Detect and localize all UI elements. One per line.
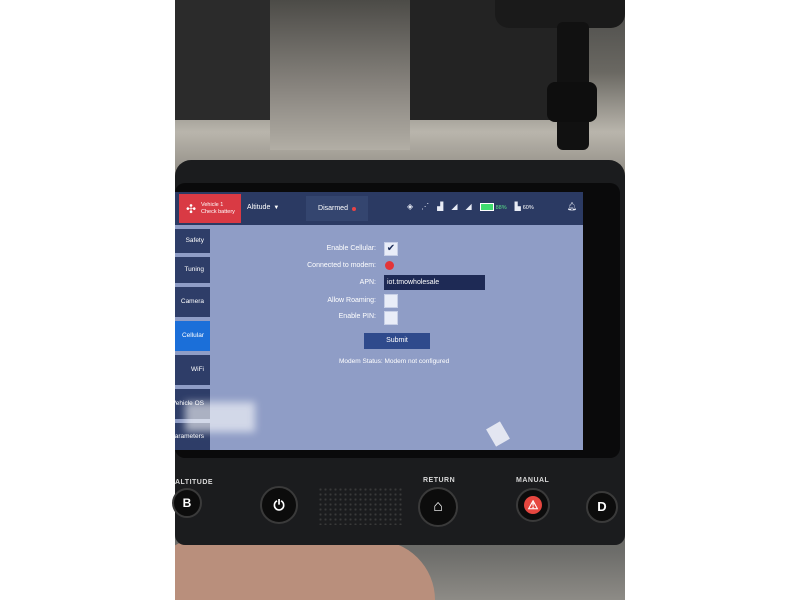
apn-label: APN:: [359, 279, 376, 286]
home-icon: ⌂: [433, 498, 443, 515]
b-button[interactable]: B: [172, 488, 202, 518]
manual-button-label: MANUAL: [516, 477, 550, 484]
controller-screen: ✣ Vehicle 1 Check battery Altitude ▼ Disa…: [175, 192, 583, 450]
submit-button[interactable]: Submit: [364, 333, 430, 349]
power-icon: ⏻: [273, 497, 285, 513]
satellite-icon: ⋰: [421, 202, 430, 211]
connected-label: Connected to modem:: [307, 262, 376, 269]
enable-cellular-checkbox[interactable]: ✔: [384, 242, 398, 256]
sidebar-item-safety[interactable]: Safety: [175, 229, 210, 253]
signal-icon: ▟: [437, 202, 444, 211]
warning-icon: ⚠: [524, 496, 542, 514]
check-icon: ✔: [386, 243, 396, 254]
arm-status-dot: [351, 206, 356, 211]
top-bar: ✣ Vehicle 1 Check battery Altitude ▼ Disa…: [175, 192, 583, 225]
sidebar-item-wifi[interactable]: WiFi: [175, 355, 210, 385]
sidebar-item-camera[interactable]: Camera: [175, 287, 210, 317]
chevron-down-icon: ▼: [273, 205, 280, 211]
gps-icon: ◈: [407, 202, 414, 211]
drone-icon: ✣: [185, 201, 197, 216]
altitude-button-label: ALTITUDE: [175, 479, 214, 486]
enable-pin-checkbox[interactable]: [384, 311, 398, 325]
power-button[interactable]: ⏻: [260, 486, 298, 524]
altitude-mode-dropdown[interactable]: Altitude ▼: [247, 204, 279, 211]
alert-vehicle-name: Vehicle 1: [201, 201, 224, 208]
apn-input[interactable]: iot.tmowholesale: [384, 275, 485, 290]
status-icons: ◈ ⋰ ▟ ◢ ◢ 88% ▙ 60%: [407, 202, 534, 212]
screen-glare: [185, 402, 255, 432]
battery-percent-controller: 60%: [522, 205, 534, 211]
enable-cellular-label: Enable Cellular:: [326, 245, 376, 252]
hand: [175, 540, 435, 600]
altitude-mode-label: Altitude: [247, 204, 271, 211]
sidebar-item-tuning[interactable]: Tuning: [175, 257, 210, 283]
vehicle-alert[interactable]: ✣ Vehicle 1 Check battery: [179, 194, 241, 223]
background-floor: [270, 0, 410, 150]
battery-percent-vehicle: 88%: [495, 204, 507, 211]
bell-icon[interactable]: 🔔︎: [567, 202, 577, 211]
modem-status: Modem Status: Modem not configured: [339, 358, 450, 365]
connection-status-indicator: [385, 261, 394, 270]
sidebar-item-cellular[interactable]: Cellular: [175, 321, 210, 351]
return-home-button[interactable]: ⌂: [418, 487, 458, 527]
controller-icon: ▙: [514, 202, 521, 211]
arm-status-label: Disarmed: [318, 205, 348, 212]
arm-status[interactable]: Disarmed: [306, 196, 368, 221]
battery-icon: [479, 203, 494, 211]
mount-joint: [547, 82, 597, 122]
signal-icon: ◢: [451, 202, 458, 211]
allow-roaming-label: Allow Roaming:: [327, 297, 376, 304]
signal-icon: ◢: [465, 202, 472, 211]
screen-glare: [486, 421, 510, 447]
speaker-grille: [318, 487, 404, 525]
d-button[interactable]: D: [586, 491, 618, 523]
background-shelf: [175, 0, 270, 120]
allow-roaming-checkbox[interactable]: [384, 294, 398, 308]
alert-message: Check battery: [201, 208, 235, 215]
enable-pin-label: Enable PIN:: [338, 313, 376, 320]
return-button-label: RETURN: [423, 477, 456, 484]
manual-button[interactable]: ⚠: [516, 488, 550, 522]
